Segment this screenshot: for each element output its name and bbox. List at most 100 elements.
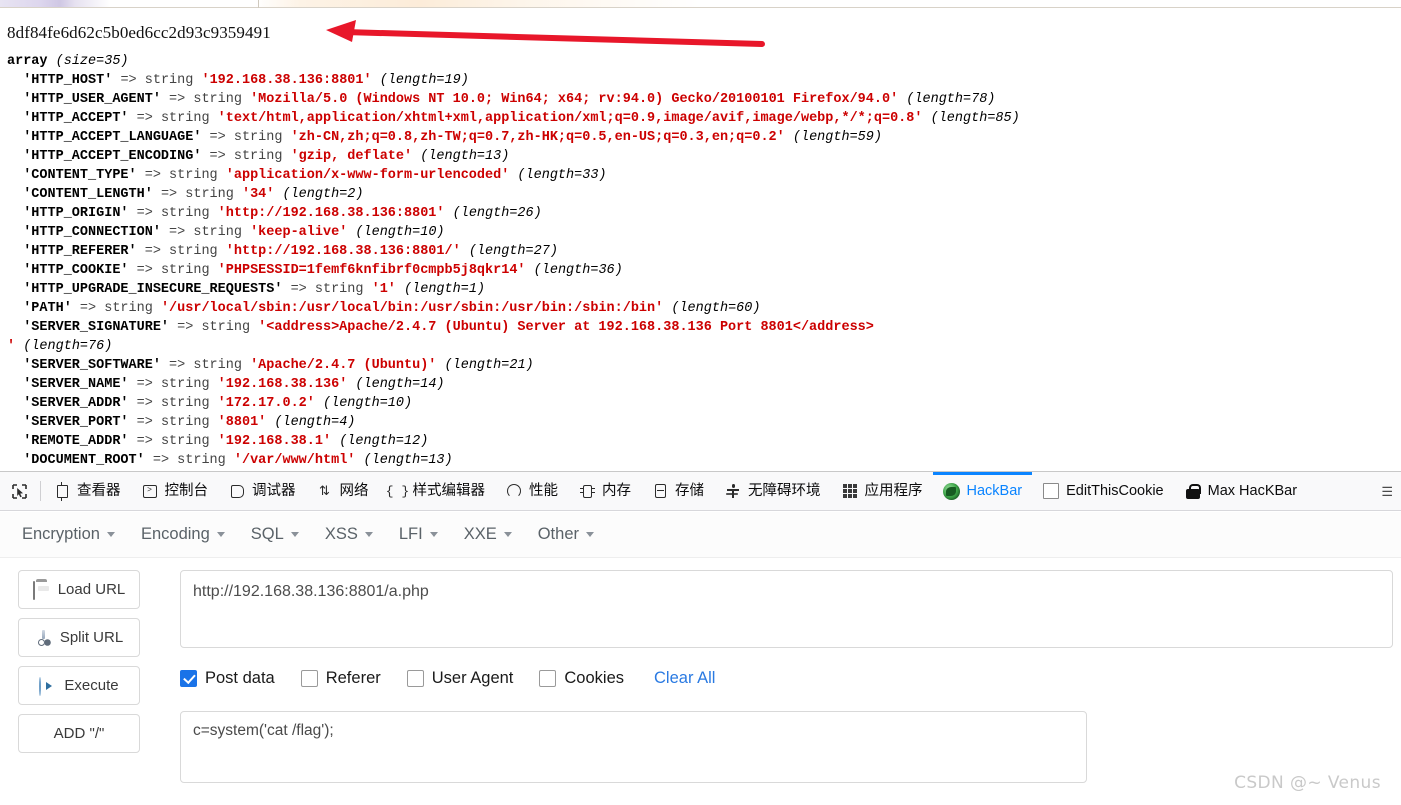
devtools-tab-label: HackBar bbox=[966, 482, 1023, 499]
post-data-input[interactable]: c=system('cat /flag'); bbox=[180, 711, 1087, 783]
debugger-icon bbox=[228, 482, 246, 500]
option-label: Post data bbox=[205, 668, 275, 687]
element-picker-button[interactable] bbox=[0, 472, 38, 510]
hackbar-action-buttons: Load URL Split URL Execute ADD "/" bbox=[0, 570, 160, 783]
devtools-tab-editthiscookie[interactable]: EditThisCookie bbox=[1032, 472, 1174, 510]
devtools-tab-label: 无障碍环境 bbox=[748, 482, 821, 499]
application-icon bbox=[841, 482, 859, 500]
devtools-toolbar: 查看器 > 控制台 调试器 ⇅ 网络 { } 样式编辑器 性能 内存 存储 无障碍环境 应用程序 Hack… bbox=[0, 471, 1401, 511]
chevron-down-icon bbox=[503, 532, 512, 537]
hackbar-icon bbox=[943, 482, 961, 500]
console-icon: > bbox=[141, 482, 159, 500]
checkbox-user-agent[interactable] bbox=[406, 669, 424, 687]
chevron-down-icon bbox=[216, 532, 225, 537]
devtools-tab-label: EditThisCookie bbox=[1066, 482, 1164, 499]
watermark: CSDN @~ Venus bbox=[1234, 773, 1381, 793]
flag-hash-text: 8df84fe6d62c5b0ed6cc2d93c9359491 bbox=[7, 23, 271, 42]
hackbar-panel: Encryption Encoding SQL XSS LFI XXE Other Load… bbox=[0, 512, 1401, 805]
split-url-icon bbox=[35, 630, 53, 646]
devtools-tab-label: 存储 bbox=[675, 482, 704, 499]
devtools-tab-存储[interactable]: 存储 bbox=[641, 472, 714, 510]
devtools-tab-label: 内存 bbox=[602, 482, 631, 499]
devtools-tab-网络[interactable]: ⇅ 网络 bbox=[306, 472, 379, 510]
memory-icon bbox=[578, 482, 596, 500]
page-content: 8df84fe6d62c5b0ed6cc2d93c9359491 array (… bbox=[0, 9, 1401, 470]
toolbar-divider bbox=[40, 481, 41, 501]
option-user-agent[interactable]: User Agent bbox=[406, 668, 514, 688]
clear-all-link[interactable]: Clear All bbox=[654, 669, 715, 688]
hackbar-menu-label: XSS bbox=[324, 525, 358, 543]
chevron-down-icon bbox=[429, 532, 438, 537]
devtools-overflow-button[interactable]: ☰ bbox=[1381, 472, 1401, 510]
checkbox-post-data[interactable] bbox=[180, 669, 197, 687]
devtools-tab-应用程序[interactable]: 应用程序 bbox=[831, 472, 933, 510]
devtools-tab-控制台[interactable]: > 控制台 bbox=[131, 472, 219, 510]
devtools-tab-label: 应用程序 bbox=[864, 482, 923, 499]
option-cookies[interactable]: Cookies bbox=[539, 669, 624, 688]
devtools-tab-label: 调试器 bbox=[252, 482, 296, 499]
hackbar-menu-encryption[interactable]: Encryption bbox=[22, 525, 115, 544]
hackbar-button-label: Split URL bbox=[59, 629, 124, 646]
hackbar-menubar: Encryption Encoding SQL XSS LFI XXE Other bbox=[0, 512, 1401, 558]
storage-icon bbox=[651, 482, 669, 500]
execute-icon bbox=[39, 676, 57, 696]
devtools-tab-hackbar[interactable]: HackBar bbox=[932, 472, 1033, 510]
element-picker-icon bbox=[11, 483, 27, 499]
hackbar-option-row: Post data Referer User Agent Cookies Clear A… bbox=[180, 664, 1393, 692]
overflow-icon: ☰ bbox=[1381, 483, 1393, 499]
hackbar-menu-label: Other bbox=[537, 525, 579, 543]
checkbox-cookies[interactable] bbox=[539, 669, 557, 687]
tab-divider bbox=[258, 0, 259, 8]
lock-icon bbox=[1184, 482, 1202, 500]
hackbar-menu-label: SQL bbox=[250, 525, 284, 543]
option-referer[interactable]: Referer bbox=[300, 668, 381, 688]
devtools-tab-性能[interactable]: 性能 bbox=[495, 472, 568, 510]
devtools-tab-无障碍环境[interactable]: 无障碍环境 bbox=[714, 472, 831, 510]
devtools-tab-样式编辑器[interactable]: { } 样式编辑器 bbox=[379, 472, 496, 510]
style-editor-icon: { } bbox=[385, 483, 410, 499]
hackbar-menu-label: Encryption bbox=[22, 525, 100, 543]
hackbar-menu-xss[interactable]: XSS bbox=[325, 525, 373, 544]
devtools-tab-内存[interactable]: 内存 bbox=[568, 472, 641, 510]
hackbar-menu-sql[interactable]: SQL bbox=[251, 525, 299, 544]
performance-icon bbox=[505, 482, 523, 500]
hackbar-button-label: Execute bbox=[64, 677, 119, 694]
hackbar-main-column: http://192.168.38.136:8801/a.php Post da… bbox=[160, 570, 1401, 783]
hackbar-split-url-button[interactable]: Split URL bbox=[18, 618, 140, 657]
browser-window: 8df84fe6d62c5b0ed6cc2d93c9359491 array (… bbox=[0, 0, 1401, 805]
var-dump-output: array (size=35) 'HTTP_HOST' => string '1… bbox=[7, 54, 1020, 468]
hackbar-menu-other[interactable]: Other bbox=[538, 525, 594, 544]
url-input[interactable]: http://192.168.38.136:8801/a.php bbox=[180, 570, 1393, 648]
devtools-tab-label: 查看器 bbox=[77, 482, 121, 499]
chevron-down-icon bbox=[106, 532, 115, 537]
hackbar-menu-label: LFI bbox=[398, 525, 423, 543]
option-label: Referer bbox=[325, 668, 381, 687]
devtools-tab-查看器[interactable]: 查看器 bbox=[43, 472, 131, 510]
devtools-tab-label: 样式编辑器 bbox=[412, 482, 486, 499]
chevron-down-icon bbox=[364, 532, 373, 537]
option-label: User Agent bbox=[431, 668, 514, 687]
devtools-tab-label: 网络 bbox=[339, 482, 369, 499]
option-post-data[interactable]: Post data bbox=[180, 669, 275, 688]
devtools-tab-label: 性能 bbox=[529, 482, 558, 499]
hackbar-menu-lfi[interactable]: LFI bbox=[399, 525, 438, 544]
hackbar-menu-xxe[interactable]: XXE bbox=[464, 525, 512, 544]
hackbar-button-label: Load URL bbox=[57, 581, 126, 598]
option-label: Cookies bbox=[564, 668, 625, 687]
network-icon: ⇅ bbox=[319, 483, 330, 499]
hackbar-menu-encoding[interactable]: Encoding bbox=[141, 525, 225, 544]
hackbar-add-button[interactable]: ADD "/" bbox=[18, 714, 140, 753]
devtools-tab-label: Max HacKBar bbox=[1207, 482, 1298, 499]
chevron-down-icon bbox=[586, 532, 594, 537]
hackbar-execute-button[interactable]: Execute bbox=[18, 666, 140, 705]
load-url-icon bbox=[32, 580, 51, 600]
editthiscookie-icon bbox=[1042, 482, 1060, 500]
hackbar-load-url-button[interactable]: Load URL bbox=[18, 570, 140, 609]
browser-chrome-strip bbox=[0, 0, 1401, 8]
checkbox-referer[interactable] bbox=[300, 669, 318, 687]
inspector-icon bbox=[53, 481, 71, 501]
devtools-tab-调试器[interactable]: 调试器 bbox=[218, 472, 306, 510]
devtools-tab-max-hackbar[interactable]: Max HacKBar bbox=[1174, 472, 1307, 510]
hackbar-body: Load URL Split URL Execute ADD "/" http://1… bbox=[0, 558, 1401, 783]
chevron-down-icon bbox=[290, 532, 299, 537]
